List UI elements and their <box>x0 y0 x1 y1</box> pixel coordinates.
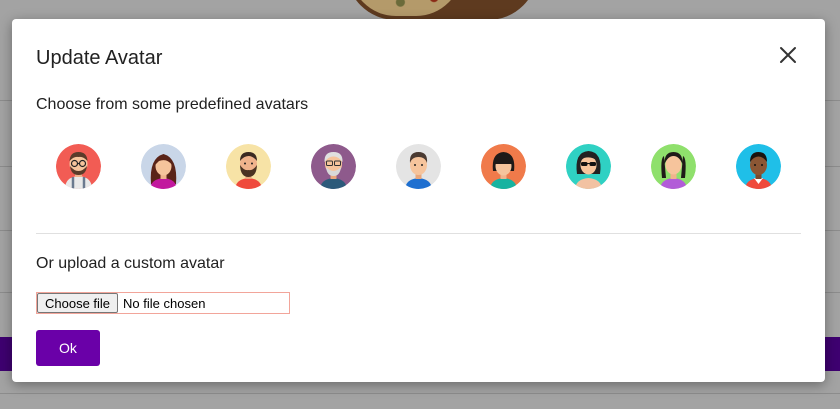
choose-file-button[interactable]: Choose file <box>37 293 119 313</box>
avatar-bearded-man[interactable] <box>226 144 271 189</box>
update-avatar-dialog: Update Avatar Choose from some predefine… <box>12 19 825 382</box>
avatar-short-hair-man[interactable] <box>396 144 441 189</box>
avatar-file-input[interactable]: Choose file No file chosen <box>36 292 290 314</box>
avatar-glasses-beard-man[interactable] <box>56 144 101 189</box>
avatar-dark-skin-man[interactable] <box>736 144 781 189</box>
avatar-bob-hair-woman[interactable] <box>481 144 526 189</box>
background-divider <box>0 393 840 394</box>
upload-avatar-label: Or upload a custom avatar <box>36 255 225 272</box>
dialog-title: Update Avatar <box>36 47 163 69</box>
avatar-long-hair-woman[interactable] <box>141 144 186 189</box>
close-button[interactable] <box>778 45 798 65</box>
avatar-sunglasses-woman[interactable] <box>566 144 611 189</box>
file-status-text: No file chosen <box>123 295 206 311</box>
predefined-avatars-label: Choose from some predefined avatars <box>36 96 309 113</box>
close-icon <box>780 47 796 63</box>
background-button-bar <box>824 337 840 371</box>
avatar-pigtails-woman[interactable] <box>651 144 696 189</box>
section-divider <box>36 233 801 234</box>
avatar-list <box>56 144 796 190</box>
ok-button[interactable]: Ok <box>36 330 100 366</box>
avatar-old-man-glasses[interactable] <box>311 144 356 189</box>
